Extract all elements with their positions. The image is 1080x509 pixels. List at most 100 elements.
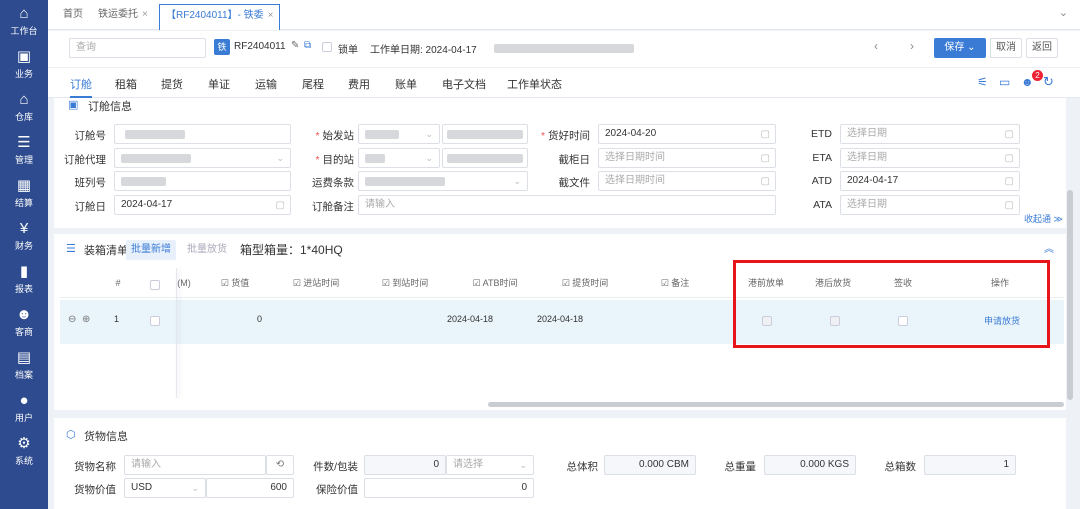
freight-terms-select[interactable]: ⌄ — [358, 171, 528, 191]
sidebar-item-7[interactable]: ☻ 客商 — [0, 301, 48, 344]
cargo-value-input[interactable]: 600 — [206, 478, 294, 498]
packing-select[interactable]: 请选择 ⌄ — [446, 455, 534, 475]
sidebar-item-label: 系统 — [14, 456, 33, 466]
batch-release-button[interactable]: 批量放货 — [182, 240, 232, 260]
doc-cutoff-input[interactable]: 选择日期时间 ▢ — [598, 171, 776, 191]
nav-tab-5[interactable]: 尾程 — [302, 76, 324, 92]
add-row-icon[interactable]: ⊕ — [82, 314, 90, 325]
volume-label: 总体积 — [566, 461, 599, 473]
cancel-button[interactable]: 取消 — [990, 38, 1022, 58]
booking-no-label: 订舱号 — [74, 130, 107, 142]
tab-home[interactable]: 首页 — [63, 4, 83, 26]
nav-tab-1[interactable]: 租箱 — [115, 76, 137, 92]
booking-agent-label: 订舱代理 — [64, 154, 106, 166]
ata-input[interactable]: 选择日期 ▢ — [840, 195, 1020, 215]
atd-input[interactable]: 2024-04-17 ▢ — [840, 171, 1020, 191]
sidebar-item-label: 管理 — [14, 155, 33, 165]
batch-add-button[interactable]: 批量新增 — [126, 240, 176, 260]
origin-select[interactable]: ⌄ — [358, 124, 440, 144]
refresh-icon[interactable]: ↻ — [1043, 74, 1054, 90]
section-tabs: ⚟ ▭ ☻ 2 ↻ 订舱 租箱 提货 单证 运输 尾程 费用 账单 电子文档 工作单状态 — [48, 68, 1080, 98]
date-placeholder: 选择日期 — [847, 199, 887, 210]
search-input[interactable]: 查询 — [69, 38, 206, 58]
cargo-value-label: 货物价值 — [74, 484, 116, 496]
sidebar-item-3[interactable]: ☰ 管理 — [0, 129, 48, 172]
chevron-down-icon: ⌄ — [425, 129, 433, 139]
cargo-info-title: 货物信息 — [84, 431, 128, 443]
sidebar-item-10[interactable]: ⚙ 系统 — [0, 430, 48, 473]
next-icon[interactable]: › — [910, 39, 914, 53]
select-all-checkbox[interactable] — [150, 280, 160, 290]
col-in-time-label: 进站时间 — [303, 278, 340, 288]
nav-tab-9[interactable]: 工作单状态 — [507, 76, 562, 92]
cy-cutoff-input[interactable]: 选择日期时间 ▢ — [598, 148, 776, 168]
sidebar-item-label: 财务 — [14, 241, 33, 251]
row-checkbox[interactable] — [150, 316, 160, 326]
sidebar-item-5[interactable]: ¥ 财务 — [0, 215, 48, 258]
tab-rail-entrust[interactable]: 铁运委托 × — [98, 4, 148, 26]
pieces-input[interactable]: 0 — [364, 455, 446, 475]
nav-tab-6[interactable]: 费用 — [348, 76, 370, 92]
eta-input[interactable]: 选择日期 ▢ — [840, 148, 1020, 168]
toolbar: 查询 铁 RF2404011 ✎ ⧉ 锁单 工作单日期: 2024-04-17 … — [48, 31, 1080, 67]
cargo-ready-input[interactable]: 2024-04-20 ▢ — [598, 124, 776, 144]
destination-detail-input[interactable] — [442, 148, 528, 168]
sidebar-item-4[interactable]: ▦ 结算 — [0, 172, 48, 215]
cargo-name-input[interactable]: 请输入 — [124, 455, 266, 475]
sidebar-item-9[interactable]: ● 用户 — [0, 387, 48, 430]
nav-tab-4[interactable]: 运输 — [255, 76, 277, 92]
currency-select[interactable]: USD ⌄ — [124, 478, 206, 498]
sidebar-item-label: 结算 — [14, 198, 33, 208]
nav-tab-2[interactable]: 提货 — [161, 76, 183, 92]
save-label: 保存 — [944, 42, 965, 53]
booking-no-input[interactable] — [114, 124, 291, 144]
copy-icon[interactable]: ⧉ — [304, 40, 311, 51]
collapse-link[interactable]: 收起通 ≫ — [1024, 212, 1063, 225]
boxes-input: 1 — [924, 455, 1016, 475]
row-value: 0 — [257, 314, 263, 324]
back-button[interactable]: 返回 — [1026, 38, 1058, 58]
sidebar-item-6[interactable]: ▮ 报表 — [0, 258, 48, 301]
close-icon[interactable]: × — [268, 10, 274, 21]
booking-date-input[interactable]: 2024-04-17 ▢ — [114, 195, 291, 215]
nav-tab-7[interactable]: 账单 — [395, 76, 417, 92]
tab-current-order[interactable]: 【RF2404011】- 铁委 × — [159, 4, 281, 30]
sidebar-item-8[interactable]: ▤ 档案 — [0, 344, 48, 387]
sidebar-item-label: 用户 — [14, 413, 33, 423]
edit-icon[interactable]: ✎ — [291, 40, 299, 51]
col-pickup-time-label: 提货时间 — [572, 278, 609, 288]
save-button[interactable]: 保存 ⌄ — [934, 38, 986, 58]
sidebar-item-2[interactable]: ⌂ 仓库 — [0, 86, 48, 129]
vertical-scrollbar[interactable] — [1067, 190, 1073, 400]
cargo-ready-value: 2024-04-20 — [605, 128, 657, 139]
history-icon[interactable]: ⟲ — [266, 455, 294, 475]
nav-tab-3[interactable]: 单证 — [208, 76, 230, 92]
message-icon[interactable]: ▭ — [999, 75, 1010, 89]
sidebar-item-1[interactable]: ▣ 业务 — [0, 43, 48, 86]
collapse-up-icon[interactable]: ︽ — [1044, 240, 1054, 255]
calendar-icon: ▢ — [760, 176, 770, 187]
remove-row-icon[interactable]: ⊖ — [68, 314, 76, 325]
prev-icon[interactable]: ‹ — [874, 39, 878, 53]
horizontal-scrollbar[interactable] — [488, 402, 1064, 407]
calendar-icon: ▢ — [760, 153, 770, 164]
volume-input: 0.000 CBM — [604, 455, 696, 475]
origin-detail-input[interactable] — [442, 124, 528, 144]
container-qty: 箱型箱量：1*40HQ — [240, 243, 343, 257]
sidebar-item-0[interactable]: ⌂ 工作台 — [0, 0, 48, 43]
etd-input[interactable]: 选择日期 ▢ — [840, 124, 1020, 144]
booking-agent-select[interactable]: ⌄ — [114, 148, 291, 168]
close-icon[interactable]: × — [142, 9, 148, 20]
col-arrive-time: ☑ 到站时间 — [381, 278, 429, 288]
booking-remark-input[interactable]: 请输入 — [358, 195, 776, 215]
nav-tab-8[interactable]: 电子文档 — [442, 76, 486, 92]
chevron-down-icon[interactable]: ⌄ — [1059, 6, 1068, 19]
lock-checkbox[interactable] — [322, 42, 332, 52]
train-no-input[interactable] — [114, 171, 291, 191]
settings-sliders-icon[interactable]: ⚟ — [977, 75, 988, 89]
nav-tab-0[interactable]: 订舱 — [70, 76, 92, 98]
system-icon: ⚙ — [17, 435, 31, 452]
destination-select[interactable]: ⌄ — [358, 148, 440, 168]
insured-value-input[interactable]: 0 — [364, 478, 534, 498]
weight-label: 总重量 — [724, 461, 757, 473]
